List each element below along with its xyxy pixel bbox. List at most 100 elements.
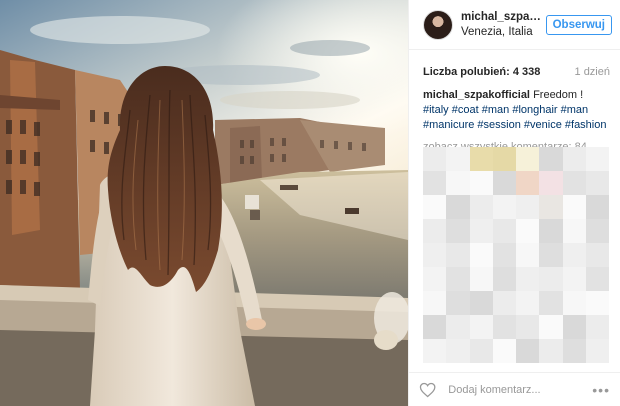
pixel-block [492, 219, 516, 243]
heart-outline-icon[interactable] [419, 382, 436, 398]
pixel-block [446, 267, 470, 291]
pixel-block [423, 339, 447, 363]
pixel-block [423, 243, 447, 267]
pixel-block [539, 267, 563, 291]
pixel-block [516, 315, 540, 339]
pixel-block [516, 219, 540, 243]
pixel-block [562, 315, 586, 339]
pixel-block [423, 219, 447, 243]
pixel-block [423, 267, 447, 291]
user-block: michal_szpakoffi... Venezia, Italia [461, 10, 546, 40]
pixel-block [585, 171, 609, 195]
pixel-block [539, 219, 563, 243]
pixel-block [446, 195, 470, 219]
pixel-block [585, 147, 609, 171]
pixel-block [492, 147, 516, 171]
pixel-block [516, 243, 540, 267]
pixel-block [562, 339, 586, 363]
hashtag-link[interactable]: #manicure [423, 119, 474, 131]
pixel-block [492, 171, 516, 195]
caption-username[interactable]: michal_szpakofficial [423, 89, 530, 101]
pixel-block [492, 291, 516, 315]
pixel-block [423, 171, 447, 195]
pixel-block [539, 315, 563, 339]
pixel-block [469, 147, 493, 171]
pixel-block [516, 147, 540, 171]
hashtag-link[interactable]: #italy [423, 104, 449, 116]
pixel-block [446, 339, 470, 363]
pixel-block [516, 195, 540, 219]
pixel-block [562, 147, 586, 171]
pixel-block [446, 243, 470, 267]
pixel-block [516, 291, 540, 315]
pixel-block [562, 195, 586, 219]
pixel-block [539, 195, 563, 219]
pixel-block [446, 147, 470, 171]
pixel-block [539, 339, 563, 363]
instagram-post: michal_szpakoffi... Venezia, Italia Obse… [0, 0, 620, 406]
pixel-block [492, 195, 516, 219]
hashtag-link[interactable]: #longhair [512, 104, 557, 116]
post-time[interactable]: 1 dzień [575, 66, 610, 78]
pixel-block [585, 339, 609, 363]
pixel-block [446, 315, 470, 339]
hashtag-link[interactable]: #session [477, 119, 520, 131]
pixel-block [492, 243, 516, 267]
pixel-block [446, 171, 470, 195]
location-link[interactable]: Venezia, Italia [461, 25, 546, 40]
likes-count[interactable]: Liczba polubień: 4 338 [423, 66, 540, 78]
pixel-block [423, 315, 447, 339]
pixel-block [423, 291, 447, 315]
pixel-block [469, 339, 493, 363]
pixel-block [469, 291, 493, 315]
pixel-block [539, 291, 563, 315]
comment-bar: ••• [409, 372, 620, 406]
pixel-block [492, 315, 516, 339]
post-caption: michal_szpakofficial Freedom ! #italy #c… [409, 78, 620, 155]
avatar[interactable] [423, 9, 453, 40]
pixel-block [423, 195, 447, 219]
pixel-block [585, 219, 609, 243]
pixel-block [469, 243, 493, 267]
pixel-block [492, 339, 516, 363]
hashtag-link[interactable]: #venice [524, 119, 562, 131]
hashtag-link[interactable]: #fashion [565, 119, 607, 131]
pixel-block [562, 219, 586, 243]
pixel-block [423, 147, 447, 171]
pixel-block [562, 267, 586, 291]
pixel-block [585, 267, 609, 291]
pixel-block [516, 339, 540, 363]
pixel-block [562, 243, 586, 267]
pixel-block [516, 267, 540, 291]
ellipsis-icon[interactable]: ••• [592, 382, 610, 398]
pixel-block [562, 171, 586, 195]
pixelated-comments [423, 147, 609, 363]
hashtag-link[interactable]: #man [482, 104, 510, 116]
post-side-panel: michal_szpakoffi... Venezia, Italia Obse… [408, 0, 620, 406]
username-link[interactable]: michal_szpakoffi... [461, 10, 546, 25]
pixel-block [585, 315, 609, 339]
pixel-block [492, 267, 516, 291]
pixel-block [469, 267, 493, 291]
hashtag-link[interactable]: #man [561, 104, 589, 116]
caption-text: Freedom ! [533, 89, 584, 101]
pixel-block [539, 147, 563, 171]
follow-button[interactable]: Obserwuj [545, 14, 612, 35]
pixel-block [469, 195, 493, 219]
post-stats: Liczba polubień: 4 338 1 dzień [409, 50, 620, 78]
post-photo[interactable] [0, 0, 408, 406]
pixel-block [469, 315, 493, 339]
pixel-block [516, 171, 540, 195]
comment-input[interactable] [446, 382, 593, 397]
pixel-block [585, 243, 609, 267]
pixel-block [446, 291, 470, 315]
hashtag-link[interactable]: #coat [452, 104, 479, 116]
pixel-block [539, 171, 563, 195]
pixel-block [469, 219, 493, 243]
pixel-block [562, 291, 586, 315]
pixel-block [469, 171, 493, 195]
pixel-block [446, 219, 470, 243]
hashtag-list: #italy #coat #man #longhair #man #manicu… [423, 104, 606, 131]
venice-photo-illustration [0, 0, 408, 406]
pixel-block [539, 243, 563, 267]
